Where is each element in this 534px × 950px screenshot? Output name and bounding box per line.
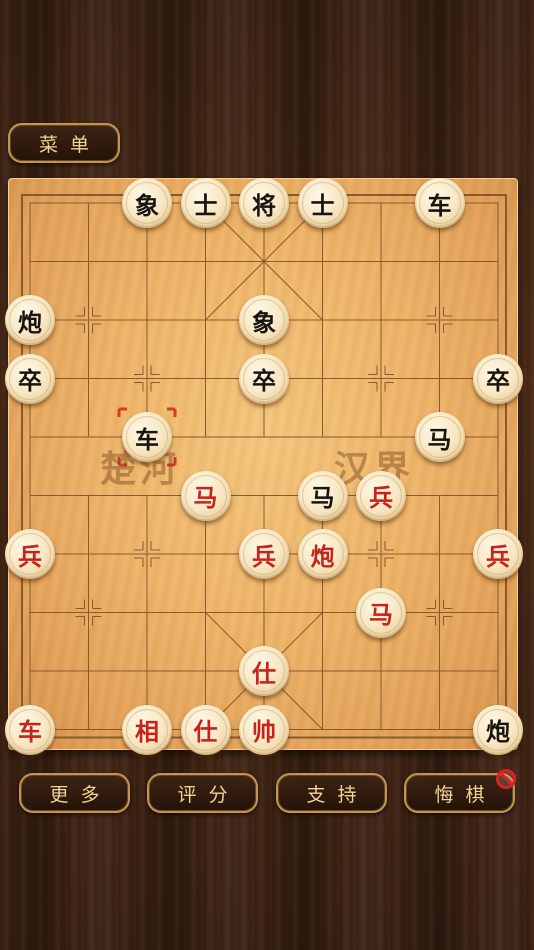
red-piece[interactable]: 兵 — [239, 529, 289, 579]
score-button-label: 评分 — [177, 783, 240, 806]
red-piece[interactable]: 兵 — [356, 470, 406, 521]
black-piece[interactable]: 车 — [414, 178, 465, 228]
piece-label: 炮 — [310, 541, 335, 571]
more-button[interactable]: 更多 — [19, 773, 130, 813]
black-piece[interactable]: 象 — [122, 178, 172, 228]
piece-label: 炮 — [18, 307, 42, 337]
black-piece[interactable]: 炮 — [5, 295, 55, 345]
piece-label: 仕 — [193, 717, 218, 746]
support-button[interactable]: 支持 — [276, 773, 387, 813]
score-button[interactable]: 评分 — [147, 773, 258, 813]
black-piece[interactable]: 马 — [297, 470, 348, 521]
piece-label: 马 — [369, 600, 393, 629]
piece-label: 马 — [193, 483, 218, 512]
piece-label: 帅 — [252, 717, 276, 746]
piece-label: 象 — [252, 307, 276, 337]
red-piece[interactable]: 车 — [5, 704, 55, 755]
red-piece[interactable]: 相 — [122, 704, 172, 755]
support-button-label: 支持 — [306, 783, 369, 806]
black-piece[interactable]: 卒 — [5, 353, 55, 404]
black-piece[interactable]: 象 — [239, 295, 289, 345]
red-piece[interactable]: 兵 — [5, 529, 55, 579]
menu-button[interactable]: 菜单 — [8, 123, 120, 163]
black-piece[interactable]: 卒 — [239, 353, 289, 404]
red-piece[interactable]: 马 — [180, 470, 231, 521]
piece-label: 马 — [427, 424, 452, 454]
piece-label: 士 — [193, 190, 218, 220]
piece-label: 兵 — [18, 541, 42, 571]
red-piece[interactable]: 炮 — [297, 529, 348, 579]
piece-label: 兵 — [252, 541, 276, 571]
black-piece[interactable]: 将 — [239, 178, 289, 228]
black-piece[interactable]: 炮 — [473, 704, 523, 755]
piece-label: 车 — [427, 190, 452, 220]
piece-label: 卒 — [486, 366, 510, 395]
piece-label: 将 — [252, 190, 276, 220]
disabled-icon — [496, 769, 516, 789]
piece-label: 卒 — [18, 366, 42, 395]
black-piece[interactable]: 马 — [414, 412, 465, 462]
piece-label: 炮 — [486, 717, 510, 746]
piece-label: 卒 — [252, 366, 276, 395]
black-piece[interactable]: 士 — [180, 178, 231, 228]
black-piece[interactable]: 车 — [122, 412, 172, 462]
piece-label: 象 — [135, 190, 159, 220]
red-piece[interactable]: 仕 — [239, 646, 289, 696]
piece-label: 仕 — [252, 658, 276, 688]
undo-button-label: 悔棋 — [434, 783, 497, 806]
piece-label: 兵 — [369, 483, 393, 512]
piece-label: 兵 — [486, 541, 510, 571]
red-piece[interactable]: 仕 — [180, 704, 231, 755]
more-button-label: 更多 — [49, 783, 112, 806]
red-piece[interactable]: 马 — [356, 587, 406, 638]
piece-label: 车 — [135, 424, 159, 454]
black-piece[interactable]: 卒 — [473, 353, 523, 404]
piece-label: 相 — [135, 717, 159, 746]
red-piece[interactable]: 兵 — [473, 529, 523, 579]
black-piece[interactable]: 士 — [297, 178, 348, 228]
red-piece[interactable]: 帅 — [239, 704, 289, 755]
menu-button-label: 菜单 — [38, 133, 101, 156]
piece-label: 士 — [310, 190, 335, 220]
piece-label: 车 — [18, 717, 42, 746]
piece-label: 马 — [310, 483, 335, 512]
